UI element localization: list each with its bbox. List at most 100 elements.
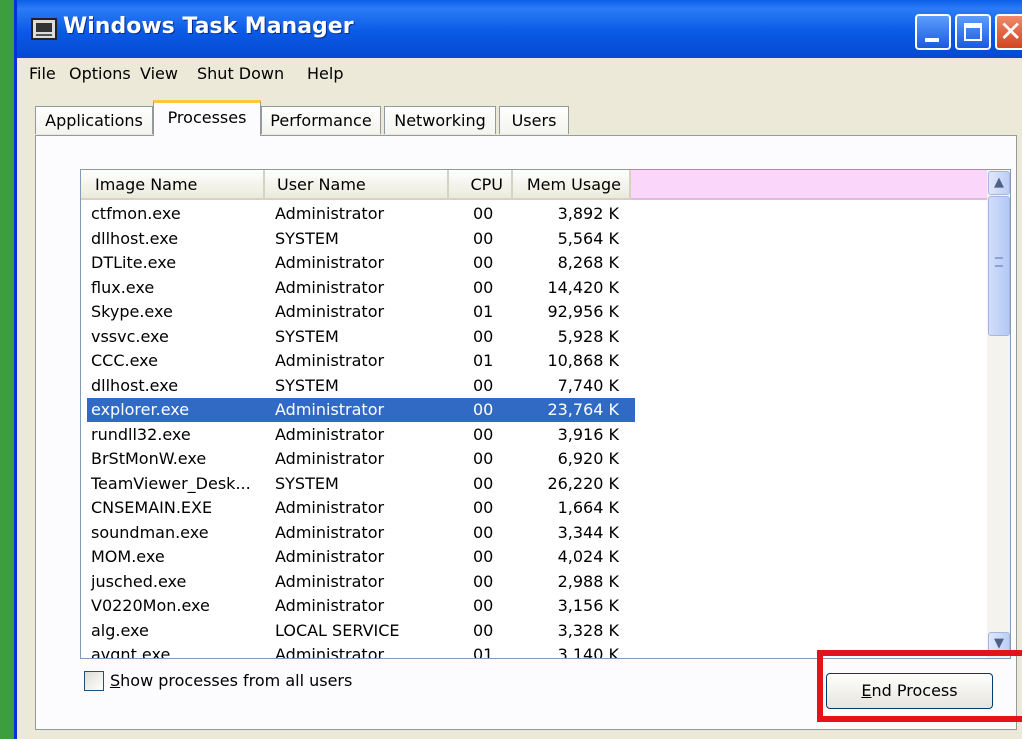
cell-mem: 10,868 K: [547, 351, 619, 370]
cell-cpu: 00: [473, 424, 494, 444]
table-row[interactable]: V0220Mon.exe Administrator 00 3,156 K: [87, 594, 635, 618]
cell-name: flux.exe: [91, 277, 155, 297]
menu-bar: File Options View Shut Down Help: [17, 60, 1022, 88]
column-header-image-name[interactable]: Image Name: [81, 170, 265, 200]
cell-name: rundll32.exe: [91, 424, 191, 444]
cell-user: Administrator: [275, 449, 385, 468]
cell-cpu: 01: [473, 645, 494, 659]
table-row[interactable]: dllhost.exe SYSTEM 00 7,740 K: [87, 374, 635, 398]
vertical-scrollbar[interactable]: ▲ ▼: [987, 170, 1010, 658]
desktop-background: [0, 0, 14, 739]
tab-processes[interactable]: Processes: [153, 100, 261, 136]
tab-users[interactable]: Users: [499, 106, 569, 134]
cell-user: Administrator: [275, 645, 385, 659]
table-row[interactable]: vssvc.exe SYSTEM 00 5,928 K: [87, 325, 635, 349]
cell-cpu: 00: [473, 498, 494, 517]
cell-name: V0220Mon.exe: [91, 596, 210, 615]
cell-user: Administrator: [275, 302, 385, 321]
maximize-button[interactable]: [955, 14, 991, 50]
cell-mem: 6,920 K: [557, 449, 619, 468]
cell-mem: 3,892 K: [557, 204, 619, 223]
cell-name: MOM.exe: [91, 547, 165, 566]
table-row[interactable]: avgnt.exe Administrator 01 3,140 K: [87, 643, 635, 659]
tab-networking[interactable]: Networking: [384, 106, 496, 134]
cell-cpu: 00: [473, 596, 494, 615]
cell-user: SYSTEM: [275, 375, 339, 395]
table-row[interactable]: TeamViewer_Desk... SYSTEM 00 26,220 K: [87, 472, 635, 496]
cell-name: CCC.exe: [91, 351, 158, 370]
cell-name: TeamViewer_Desk...: [91, 473, 251, 493]
menu-file[interactable]: File: [29, 64, 56, 83]
cell-mem: 4,024 K: [557, 547, 619, 566]
cell-name: soundman.exe: [91, 522, 209, 542]
scroll-thumb[interactable]: [988, 196, 1010, 336]
table-row[interactable]: dllhost.exe SYSTEM 00 5,564 K: [87, 227, 635, 251]
cell-cpu: 00: [473, 253, 494, 272]
cell-mem: 92,956 K: [547, 302, 619, 321]
table-row[interactable]: CCC.exe Administrator 01 10,868 K: [87, 349, 635, 373]
table-row[interactable]: BrStMonW.exe Administrator 00 6,920 K: [87, 447, 635, 471]
cell-user: Administrator: [275, 400, 385, 419]
cell-user: Administrator: [275, 547, 385, 566]
cell-name: ctfmon.exe: [91, 204, 181, 223]
process-list[interactable]: Image Name User Name CPU Mem Usage ctfmo…: [80, 169, 1011, 659]
menu-view[interactable]: View: [140, 64, 178, 83]
close-icon: ✕: [999, 15, 1022, 48]
cell-name: avgnt.exe: [91, 645, 171, 659]
cell-name: Skype.exe: [91, 302, 173, 321]
column-header-cpu[interactable]: CPU: [449, 170, 513, 200]
cell-name: alg.exe: [91, 620, 149, 640]
table-row[interactable]: Skype.exe Administrator 01 92,956 K: [87, 300, 635, 324]
column-header-mem-usage[interactable]: Mem Usage: [513, 170, 631, 200]
maximize-icon: [964, 23, 982, 41]
menu-help[interactable]: Help: [307, 64, 343, 83]
cell-cpu: 00: [473, 522, 494, 542]
cell-user: Administrator: [275, 277, 385, 297]
table-row[interactable]: explorer.exe Administrator 00 23,764 K: [86, 397, 636, 423]
cell-name: CNSEMAIN.EXE: [91, 498, 213, 517]
cell-mem: 23,764 K: [547, 400, 619, 419]
cell-mem: 8,268 K: [557, 253, 619, 272]
minimize-button[interactable]: [915, 14, 951, 50]
show-all-processes-checkbox[interactable]: [84, 671, 104, 691]
close-button[interactable]: ✕: [995, 14, 1022, 50]
cell-user: Administrator: [275, 498, 385, 517]
column-header-filler: [631, 170, 987, 200]
table-row[interactable]: MOM.exe Administrator 00 4,024 K: [87, 545, 635, 569]
cell-user: Administrator: [275, 424, 385, 444]
cell-cpu: 00: [473, 326, 494, 346]
cell-user: Administrator: [275, 522, 385, 542]
grip-icon: [995, 257, 1003, 267]
cell-mem: 7,740 K: [557, 375, 619, 395]
table-row[interactable]: DTLite.exe Administrator 00 8,268 K: [87, 251, 635, 275]
table-row[interactable]: soundman.exe Administrator 00 3,344 K: [87, 521, 635, 545]
tab-applications[interactable]: Applications: [35, 106, 153, 134]
show-all-processes-label[interactable]: Show processes from all users: [110, 671, 352, 690]
table-row[interactable]: jusched.exe Administrator 00 2,988 K: [87, 570, 635, 594]
cell-cpu: 00: [473, 277, 494, 297]
cell-mem: 3,140 K: [557, 645, 619, 659]
menu-options[interactable]: Options: [69, 64, 131, 83]
table-row[interactable]: alg.exe LOCAL SERVICE 00 3,328 K: [87, 619, 635, 643]
cell-user: Administrator: [275, 253, 385, 272]
tab-performance[interactable]: Performance: [261, 106, 381, 134]
column-header-user-name[interactable]: User Name: [265, 170, 449, 200]
table-row[interactable]: rundll32.exe Administrator 00 3,916 K: [87, 423, 635, 447]
cell-mem: 3,344 K: [557, 522, 619, 542]
window-title: Windows Task Manager: [63, 14, 354, 39]
title-bar[interactable]: Windows Task Manager ✕: [17, 0, 1022, 58]
task-manager-app-icon: [31, 18, 57, 40]
table-row[interactable]: flux.exe Administrator 00 14,420 K: [87, 276, 635, 300]
cell-cpu: 01: [473, 302, 494, 321]
cell-user: Administrator: [275, 596, 385, 615]
table-row[interactable]: CNSEMAIN.EXE Administrator 00 1,664 K: [87, 496, 635, 520]
cell-name: explorer.exe: [91, 400, 190, 419]
cell-mem: 5,928 K: [557, 326, 619, 346]
cell-user: SYSTEM: [275, 473, 339, 493]
scroll-up-button[interactable]: ▲: [988, 171, 1010, 195]
chevron-down-icon: ▼: [994, 636, 1004, 651]
cell-user: SYSTEM: [275, 228, 339, 248]
table-row[interactable]: ctfmon.exe Administrator 00 3,892 K: [87, 202, 635, 226]
cell-name: DTLite.exe: [91, 253, 177, 272]
menu-shut-down[interactable]: Shut Down: [197, 64, 284, 83]
